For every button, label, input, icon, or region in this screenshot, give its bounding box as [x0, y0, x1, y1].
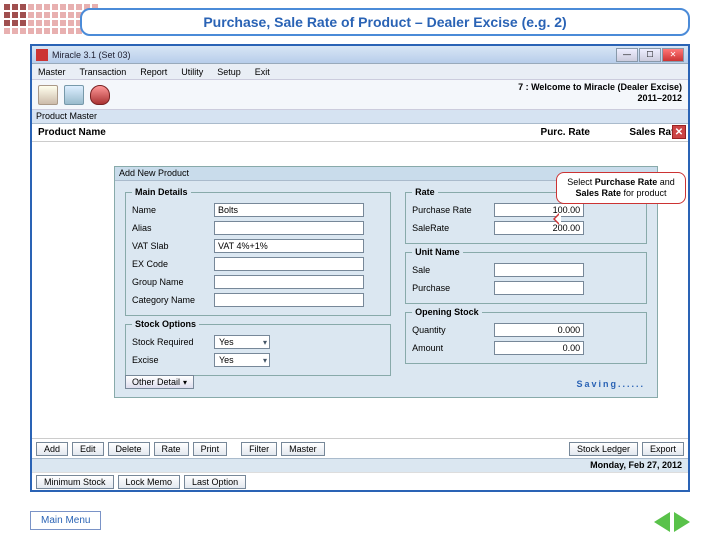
sale-rate-field[interactable] — [494, 221, 584, 235]
lbl-salerate: SaleRate — [412, 223, 488, 233]
titlebar: Miracle 3.1 (Set 03) — ☐ ✕ — [32, 46, 688, 64]
stock-options-group: Stock Options Stock RequiredYes ExciseYe… — [125, 319, 391, 376]
content-area: Select Purchase Rate and Sales Rate for … — [32, 142, 688, 438]
lbl-vatslab: VAT Slab — [132, 241, 208, 251]
menu-setup[interactable]: Setup — [217, 67, 241, 77]
maximize-button[interactable]: ☐ — [639, 48, 661, 62]
window-title: Miracle 3.1 (Set 03) — [52, 50, 616, 60]
toolbar: 7 : Welcome to Miracle (Dealer Excise) 2… — [32, 80, 688, 110]
menu-utility[interactable]: Utility — [181, 67, 203, 77]
column-header: Product Name Purc. Rate Sales Rate ✕ — [32, 124, 688, 142]
menu-report[interactable]: Report — [140, 67, 167, 77]
quantity-field[interactable] — [494, 323, 584, 337]
edit-button[interactable]: Edit — [72, 442, 104, 456]
last-option-button[interactable]: Last Option — [184, 475, 246, 489]
welcome-text: 7 : Welcome to Miracle (Dealer Excise) 2… — [518, 82, 682, 104]
category-field[interactable] — [214, 293, 364, 307]
amount-field[interactable] — [494, 341, 584, 355]
name-field[interactable] — [214, 203, 364, 217]
excise-dropdown[interactable]: Yes — [214, 353, 270, 367]
app-window: Miracle 3.1 (Set 03) — ☐ ✕ Master Transa… — [30, 44, 690, 492]
lock-memo-button[interactable]: Lock Memo — [118, 475, 181, 489]
unit-group: Unit Name Sale Purchase — [405, 247, 647, 304]
next-slide-arrow-icon[interactable] — [674, 512, 690, 532]
excode-field[interactable] — [214, 257, 364, 271]
status-date: Monday, Feb 27, 2012 — [32, 458, 688, 472]
bottom-button-bar: Add Edit Delete Rate Print Filter Master… — [32, 438, 688, 458]
purchase-unit-field[interactable] — [494, 281, 584, 295]
main-menu-button[interactable]: Main Menu — [30, 511, 101, 530]
col-product-name: Product Name — [32, 127, 508, 138]
close-button[interactable]: ✕ — [662, 48, 684, 62]
nav-arrows — [654, 512, 690, 532]
menu-transaction[interactable]: Transaction — [80, 67, 127, 77]
min-stock-button[interactable]: Minimum Stock — [36, 475, 114, 489]
app-icon — [36, 49, 48, 61]
main-details-group: Main Details Name Alias VAT Slab EX Code… — [125, 187, 391, 316]
lbl-stockreq: Stock Required — [132, 337, 208, 347]
print-button[interactable]: Print — [193, 442, 228, 456]
alias-field[interactable] — [214, 221, 364, 235]
export-button[interactable]: Export — [642, 442, 684, 456]
prev-slide-arrow-icon[interactable] — [654, 512, 670, 532]
callout-tooltip: Select Purchase Rate and Sales Rate for … — [556, 172, 686, 204]
lbl-alias: Alias — [132, 223, 208, 233]
sub-button-bar: Minimum Stock Lock Memo Last Option — [32, 472, 688, 490]
sale-unit-field[interactable] — [494, 263, 584, 277]
lbl-name: Name — [132, 205, 208, 215]
menu-master[interactable]: Master — [38, 67, 66, 77]
toolbar-icon-1[interactable] — [38, 85, 58, 105]
lbl-category: Category Name — [132, 295, 208, 305]
minimize-button[interactable]: — — [616, 48, 638, 62]
product-master-label: Product Master — [32, 110, 688, 124]
purchase-rate-field[interactable] — [494, 203, 584, 217]
panel-close-icon[interactable]: ✕ — [672, 125, 686, 139]
vatslab-field[interactable] — [214, 239, 364, 253]
col-purc-rate: Purc. Rate — [508, 127, 598, 138]
other-detail-button[interactable]: Other Detail — [125, 375, 194, 389]
rate-button[interactable]: Rate — [154, 442, 189, 456]
delete-button[interactable]: Delete — [108, 442, 150, 456]
stockreq-dropdown[interactable]: Yes — [214, 335, 270, 349]
toolbar-icon-2[interactable] — [64, 85, 84, 105]
menu-exit[interactable]: Exit — [255, 67, 270, 77]
lbl-purchunit: Purchase — [412, 283, 488, 293]
lbl-qty: Quantity — [412, 325, 488, 335]
saving-status: Saving...... — [576, 379, 645, 389]
stock-ledger-button[interactable]: Stock Ledger — [569, 442, 638, 456]
filter-button[interactable]: Filter — [241, 442, 277, 456]
lbl-saleunit: Sale — [412, 265, 488, 275]
master-button[interactable]: Master — [281, 442, 325, 456]
lbl-excode: EX Code — [132, 259, 208, 269]
group-field[interactable] — [214, 275, 364, 289]
add-button[interactable]: Add — [36, 442, 68, 456]
slide-title: Purchase, Sale Rate of Product – Dealer … — [80, 8, 690, 36]
lbl-amount: Amount — [412, 343, 488, 353]
opening-stock-group: Opening Stock Quantity Amount — [405, 307, 647, 364]
lbl-purchrate: Purchase Rate — [412, 205, 488, 215]
toolbar-icon-3[interactable] — [90, 85, 110, 105]
lbl-group: Group Name — [132, 277, 208, 287]
menubar: Master Transaction Report Utility Setup … — [32, 64, 688, 80]
lbl-excise: Excise — [132, 355, 208, 365]
